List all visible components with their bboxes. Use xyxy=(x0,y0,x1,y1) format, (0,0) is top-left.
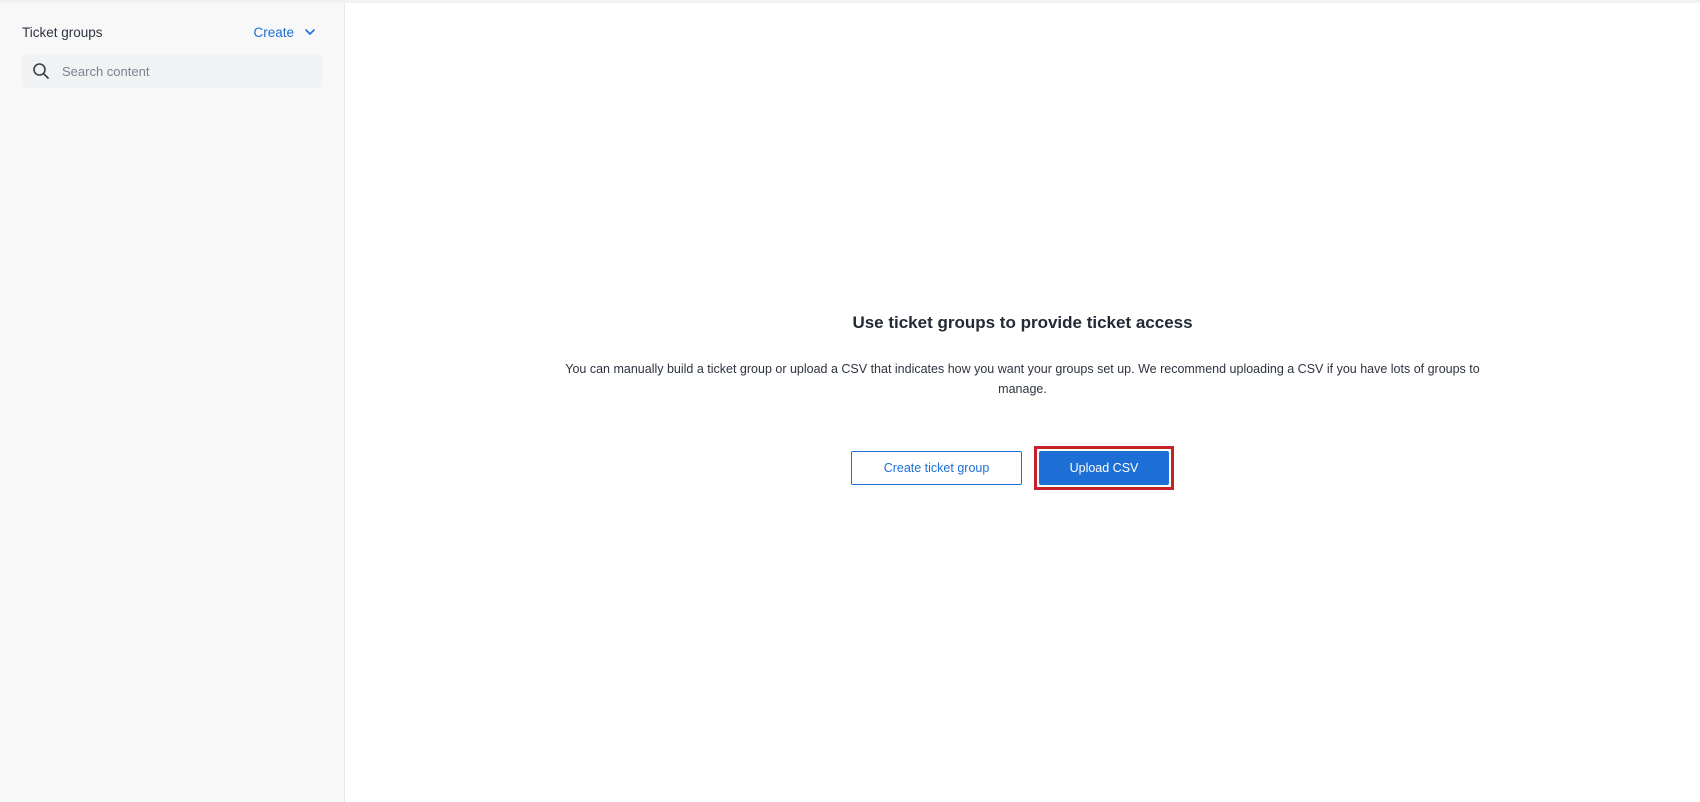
create-dropdown-button[interactable]: Create xyxy=(253,25,316,40)
create-label: Create xyxy=(253,24,294,40)
search-box[interactable] xyxy=(22,54,322,88)
empty-state: Use ticket groups to provide ticket acce… xyxy=(345,313,1700,490)
upload-csv-button[interactable]: Upload CSV xyxy=(1039,451,1169,485)
sidebar-title: Ticket groups xyxy=(22,24,103,40)
upload-csv-highlight: Upload CSV xyxy=(1034,446,1174,490)
app-window: Ticket groups Create Use ticke xyxy=(0,0,1700,802)
sidebar-header: Ticket groups Create xyxy=(22,21,316,43)
sidebar: Ticket groups Create xyxy=(0,3,345,802)
search-icon xyxy=(32,62,50,80)
search-input[interactable] xyxy=(60,62,304,80)
chevron-down-icon xyxy=(304,26,316,38)
empty-state-description: You can manually build a ticket group or… xyxy=(565,362,1480,396)
create-ticket-group-button[interactable]: Create ticket group xyxy=(851,451,1022,485)
main-content: Use ticket groups to provide ticket acce… xyxy=(345,3,1700,802)
empty-state-title: Use ticket groups to provide ticket acce… xyxy=(852,313,1193,332)
empty-state-actions: Create ticket group Upload CSV xyxy=(325,446,1700,490)
